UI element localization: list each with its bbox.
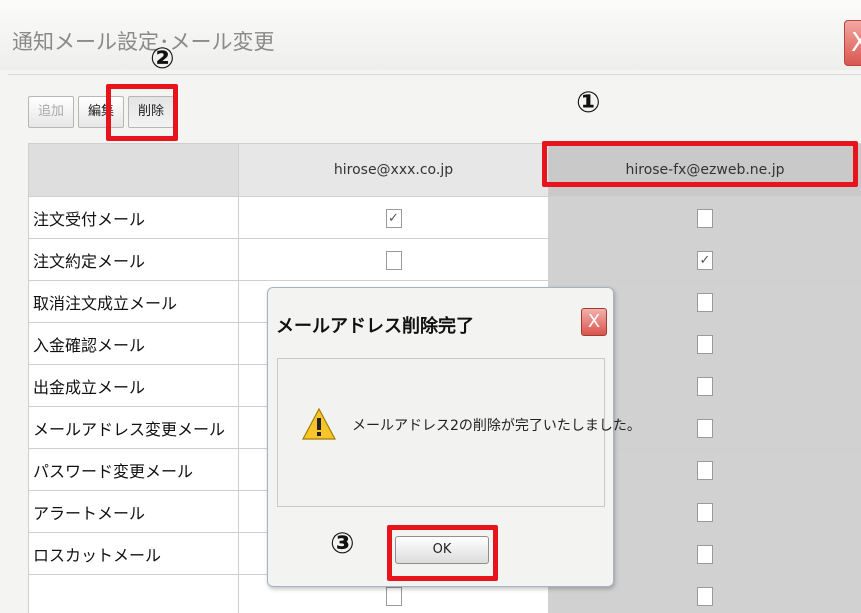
checkbox-unchecked[interactable] [697,586,713,606]
checkbox-unchecked[interactable] [697,544,713,564]
warning-icon [302,407,336,440]
highlight-ok-button [387,525,498,581]
table-row: 注文約定メール ✓ [28,238,861,281]
checkbox-unchecked[interactable] [697,292,713,312]
dialog-close-button[interactable]: X [581,308,607,336]
grid-cell: ✓ [238,196,549,239]
window-close-button[interactable]: X [844,20,861,66]
window-title: 通知メール設定･メール変更 [12,30,275,54]
highlight-delete-button [106,84,178,141]
add-button[interactable]: 追加 [28,96,75,128]
row-label: 出金成立メール [28,364,239,407]
window-titlebar: 通知メール設定･メール変更 X [0,0,861,70]
checkbox-checked[interactable]: ✓ [385,208,402,228]
annotation-marker-1: ① [576,85,601,119]
grid-header-blank [28,143,239,197]
checkbox-unchecked[interactable] [697,334,713,354]
row-label: 取消注文成立メール [28,280,239,323]
row-label [28,574,239,613]
row-label: ロスカットメール [28,532,239,575]
annotation-marker-2: ② [150,41,175,75]
checkbox-unchecked[interactable] [385,250,402,270]
row-label: メールアドレス変更メール [28,406,239,449]
titlebar-divider [8,74,861,75]
annotation-marker-3: ③ [330,526,355,560]
checkbox-unchecked[interactable] [697,376,713,396]
checkbox-unchecked[interactable] [697,208,713,228]
row-label: アラートメール [28,490,239,533]
dialog-title: メールアドレス削除完了 [276,316,474,337]
checkbox-checked[interactable]: ✓ [697,250,713,270]
checkbox-unchecked[interactable] [385,586,402,606]
grid-cell: ✓ [548,238,861,281]
row-label: 入金確認メール [28,322,239,365]
row-label: 注文約定メール [28,238,239,281]
row-label: パスワード変更メール [28,448,239,491]
dialog-message: メールアドレス2の削除が完了いたしました。 [352,418,641,434]
highlight-email-column [542,141,858,187]
grid-cell [238,238,549,281]
grid-header-email-1[interactable]: hirose@xxx.co.jp [238,143,549,197]
grid-cell [548,196,861,239]
checkbox-unchecked[interactable] [697,502,713,522]
row-label: 注文受付メール [28,196,239,239]
checkbox-unchecked[interactable] [697,460,713,480]
checkbox-unchecked[interactable] [697,418,713,438]
table-row: 注文受付メール ✓ [28,196,861,239]
dialog-body: メールアドレス2の削除が完了いたしました。 [277,358,641,507]
